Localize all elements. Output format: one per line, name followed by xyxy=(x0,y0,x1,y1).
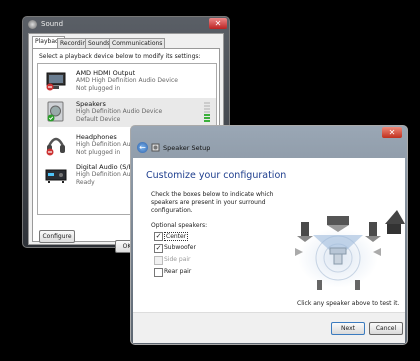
sound-close-button[interactable]: ✕ xyxy=(209,18,227,29)
device-name: AMD HDMI Output xyxy=(76,69,136,77)
optional-speakers-label: Optional speakers: xyxy=(151,222,208,229)
center-label: Center xyxy=(164,232,189,241)
rear-right-speaker-icon xyxy=(355,280,360,290)
side-pair-label: Side pair xyxy=(164,256,191,263)
sound-app-icon xyxy=(28,20,37,29)
configure-button[interactable]: Configure xyxy=(39,230,75,243)
speaker-setup-title: Speaker Setup xyxy=(163,144,211,152)
speaker-setup-window: ✕ ← Speaker Setup Customize your configu… xyxy=(130,125,408,345)
digital-audio-icon xyxy=(44,164,68,186)
rear-pair-checkbox[interactable] xyxy=(154,268,163,277)
device-status: Ready xyxy=(76,179,95,186)
next-button[interactable]: Next xyxy=(331,322,365,335)
level-meter xyxy=(204,102,210,124)
device-name: Headphones xyxy=(76,133,117,141)
speaker-setup-body: Customize your configuration Check the b… xyxy=(133,158,405,343)
device-driver: High Definition Audio Device xyxy=(76,108,163,115)
speaker-setup-app-icon xyxy=(151,143,160,152)
speaker-setup-footer: Next Cancel xyxy=(133,312,405,343)
speaker-diagram xyxy=(293,180,405,298)
device-item-amd-hdmi[interactable]: AMD HDMI Output AMD High Definition Audi… xyxy=(38,67,216,96)
subwoofer-label: Subwoofer xyxy=(164,244,196,251)
side-pair-checkbox xyxy=(154,256,163,265)
test-hint: Click any speaker above to test it. xyxy=(297,300,400,307)
subwoofer-checkbox[interactable]: ✓ xyxy=(154,244,163,253)
device-item-speakers[interactable]: Speakers High Definition Audio Device De… xyxy=(38,98,216,127)
device-driver: AMD High Definition Audio Device xyxy=(76,77,178,84)
page-description: Check the boxes below to indicate which … xyxy=(151,191,274,214)
rear-pair-label: Rear pair xyxy=(164,268,192,275)
device-status: Not plugged in xyxy=(76,149,121,156)
device-status: Not plugged in xyxy=(76,85,121,92)
rear-left-speaker-icon xyxy=(317,280,322,290)
monitor-icon xyxy=(44,70,68,92)
speaker-icon xyxy=(44,101,68,123)
subwoofer-icon xyxy=(385,210,405,234)
page-heading: Customize your configuration xyxy=(146,170,287,181)
back-arrow-icon[interactable]: ← xyxy=(137,142,148,153)
headphones-icon xyxy=(44,134,68,156)
center-checkbox[interactable]: ✓ xyxy=(154,232,163,241)
cancel-button[interactable]: Cancel xyxy=(369,322,403,335)
speaker-setup-close-button[interactable]: ✕ xyxy=(382,127,402,138)
device-status: Default Device xyxy=(76,116,121,123)
device-name: Speakers xyxy=(76,100,106,108)
playback-instruction: Select a playback device below to modify… xyxy=(39,53,201,60)
sound-window-title: Sound xyxy=(41,20,64,28)
tab-communications[interactable]: Communications xyxy=(109,38,166,48)
